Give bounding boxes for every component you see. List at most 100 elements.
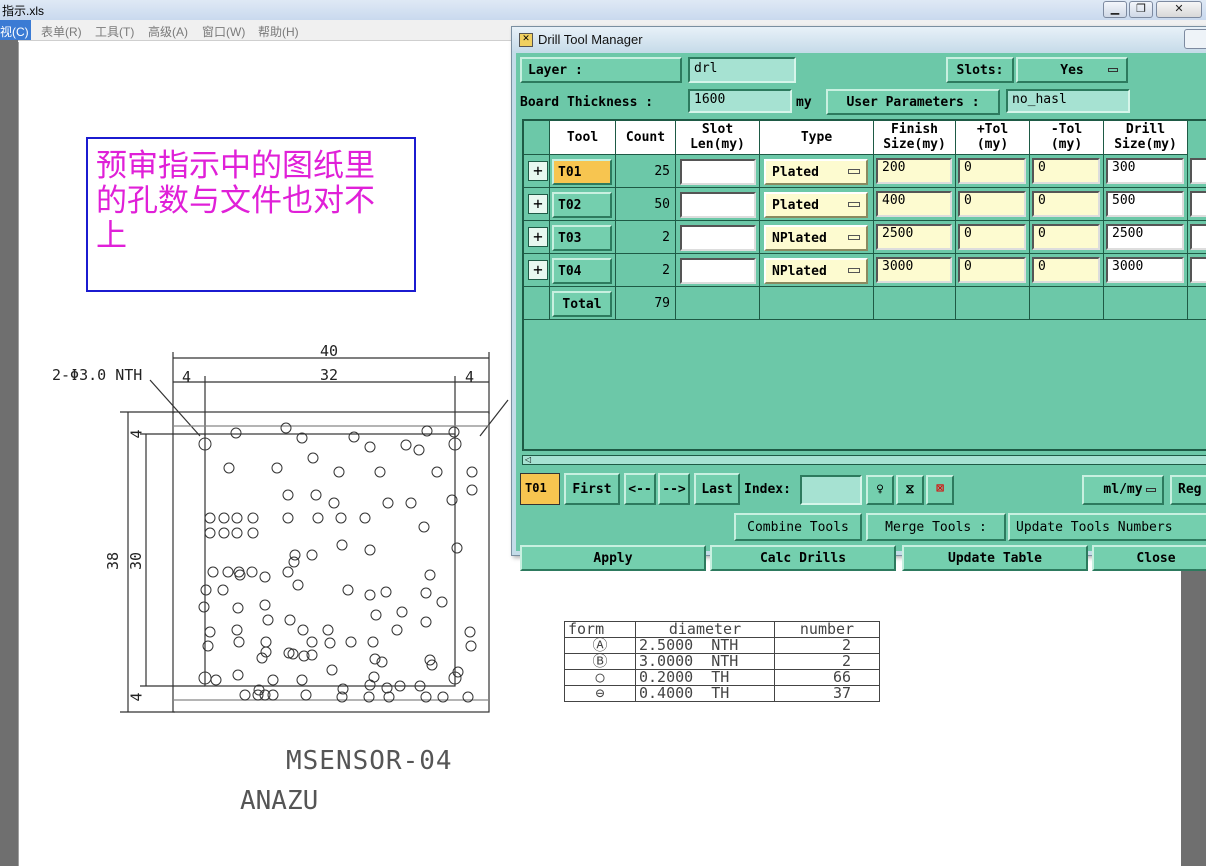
type-dropdown[interactable]: NPlated <box>764 225 868 251</box>
user-parameters-button[interactable]: User Parameters : <box>826 89 1000 115</box>
search-icon[interactable]: ♀ <box>866 475 894 505</box>
slots-dropdown[interactable]: Yes <box>1016 57 1128 83</box>
dim-right-margin: 4 <box>465 368 475 386</box>
slot-length-input[interactable] <box>680 258 756 284</box>
tool-button[interactable]: T02 <box>552 192 612 218</box>
close-button[interactable]: Close <box>1092 545 1206 571</box>
tool-button[interactable]: T04 <box>552 258 612 284</box>
layer-input[interactable]: drl <box>688 57 796 83</box>
type-dropdown[interactable]: Plated <box>764 192 868 218</box>
tool-button[interactable]: T03 <box>552 225 612 251</box>
menu-form[interactable]: 表单(R) <box>41 23 82 40</box>
table-row: ⊖ 0.4000 TH 37 <box>564 685 880 702</box>
ptol-input[interactable]: 0 <box>958 191 1026 217</box>
drill-input[interactable]: 500 <box>1106 191 1184 217</box>
ntol-input[interactable]: 0 <box>1032 257 1100 283</box>
first-button[interactable]: First <box>564 473 620 505</box>
finish-input[interactable]: 3000 <box>876 257 952 283</box>
ptol-input[interactable]: 0 <box>958 224 1026 250</box>
ptol-input[interactable]: 0 <box>958 158 1026 184</box>
finish-input[interactable]: 400 <box>876 191 952 217</box>
count-value: 2 <box>662 263 670 278</box>
ntol-input[interactable]: 0 <box>1032 191 1100 217</box>
dropdown-icon <box>848 169 860 174</box>
drill-input[interactable]: 2500 <box>1106 224 1184 250</box>
drill-holes <box>198 422 478 703</box>
tool-button[interactable]: T01 <box>552 159 612 185</box>
slots-label: Slots: <box>946 57 1014 83</box>
dim-height-inner: 30 <box>127 551 146 571</box>
type-dropdown[interactable]: Plated <box>764 159 868 185</box>
sort-icon[interactable]: ⧖ <box>896 475 924 505</box>
menu-view[interactable]: 视(C) <box>0 20 31 40</box>
apply-button[interactable]: Apply <box>520 545 706 571</box>
ntol-input[interactable]: 0 <box>1032 158 1100 184</box>
dtm-body: Layer : drl Slots: Yes Board Thickness :… <box>516 53 1206 571</box>
calc-drills-button[interactable]: Calc Drills <box>710 545 896 571</box>
slot-length-input[interactable] <box>680 225 756 251</box>
row-number: 2 <box>774 653 880 670</box>
reg-button[interactable]: Reg <box>1170 475 1206 505</box>
index-input[interactable] <box>800 475 862 505</box>
slot-length-input[interactable] <box>680 159 756 185</box>
scroll-left-icon[interactable]: ◁ <box>525 456 531 464</box>
menu-window[interactable]: 窗口(W) <box>202 23 245 40</box>
user-parameters-input[interactable]: no_hasl <box>1006 89 1130 113</box>
slots-value: Yes <box>1060 63 1084 78</box>
type-dropdown[interactable]: NPlated <box>764 258 868 284</box>
dim-top-edge: 4 <box>127 429 146 439</box>
restore-button[interactable]: ❐ <box>1129 1 1153 18</box>
type-value: NPlated <box>772 231 827 246</box>
prev-button[interactable]: <-- <box>624 473 656 505</box>
total-empty-cell <box>1104 287 1188 320</box>
ntol-input[interactable]: 0 <box>1032 224 1100 250</box>
extra-input[interactable] <box>1190 257 1206 283</box>
dtm-minimize-button[interactable] <box>1184 29 1206 49</box>
next-button[interactable]: --> <box>658 473 690 505</box>
expand-icon[interactable]: + <box>528 227 548 247</box>
combine-tools-button[interactable]: Combine Tools <box>734 513 862 541</box>
drill-input[interactable]: 300 <box>1106 158 1184 184</box>
dropdown-icon <box>848 235 860 240</box>
merge-tools-button[interactable]: Merge Tools : <box>866 513 1006 541</box>
units-dropdown[interactable]: ml/my <box>1082 475 1164 505</box>
column-header-3: Type <box>760 121 874 155</box>
menu-help[interactable]: 帮助(H) <box>258 23 299 40</box>
minimize-button[interactable]: ▁ <box>1103 1 1127 18</box>
close-window-button[interactable]: ✕ <box>1156 1 1202 18</box>
company-name: ANAZU <box>240 786 319 816</box>
slot-length-input[interactable] <box>680 192 756 218</box>
app-icon: ✕ <box>519 33 533 47</box>
update-table-button[interactable]: Update Table <box>902 545 1088 571</box>
board-thickness-input[interactable]: 1600 <box>688 89 792 113</box>
annotation-box: 预审指示中的图纸里的孔数与文件也对不上 <box>86 137 416 292</box>
horizontal-scrollbar[interactable]: ◁ <box>522 455 1206 465</box>
board-thickness-label: Board Thickness : <box>520 95 654 110</box>
expand-icon[interactable]: + <box>528 260 548 280</box>
ptol-input[interactable]: 0 <box>958 257 1026 283</box>
dtm-title-bar[interactable]: ✕ Drill Tool Manager <box>512 27 1206 51</box>
count-value: 2 <box>662 230 670 245</box>
menu-advanced[interactable]: 高级(A) <box>148 23 188 40</box>
menu-tools[interactable]: 工具(T) <box>95 23 134 40</box>
expand-icon[interactable]: + <box>528 194 548 214</box>
dim-inner: 32 <box>320 366 339 384</box>
extra-input[interactable] <box>1190 224 1206 250</box>
drill-input[interactable]: 3000 <box>1106 257 1184 283</box>
hole-callout: 2-Φ3.0 NTH <box>52 366 143 384</box>
header-blank <box>524 121 550 155</box>
extra-input[interactable] <box>1190 158 1206 184</box>
extra-input[interactable] <box>1190 191 1206 217</box>
count-value: 25 <box>654 164 670 179</box>
column-header-0: Tool <box>550 121 616 155</box>
finish-input[interactable]: 2500 <box>876 224 952 250</box>
total-blank <box>524 287 550 320</box>
total-empty-cell <box>760 287 874 320</box>
update-tools-numbers-button[interactable]: Update Tools Numbers <box>1008 513 1206 541</box>
column-header-1: Count <box>616 121 676 155</box>
delete-icon[interactable]: ⊠ <box>926 475 954 505</box>
expand-icon[interactable]: + <box>528 161 548 181</box>
finish-input[interactable]: 200 <box>876 158 952 184</box>
last-button[interactable]: Last <box>694 473 740 505</box>
left-frame <box>0 40 18 866</box>
